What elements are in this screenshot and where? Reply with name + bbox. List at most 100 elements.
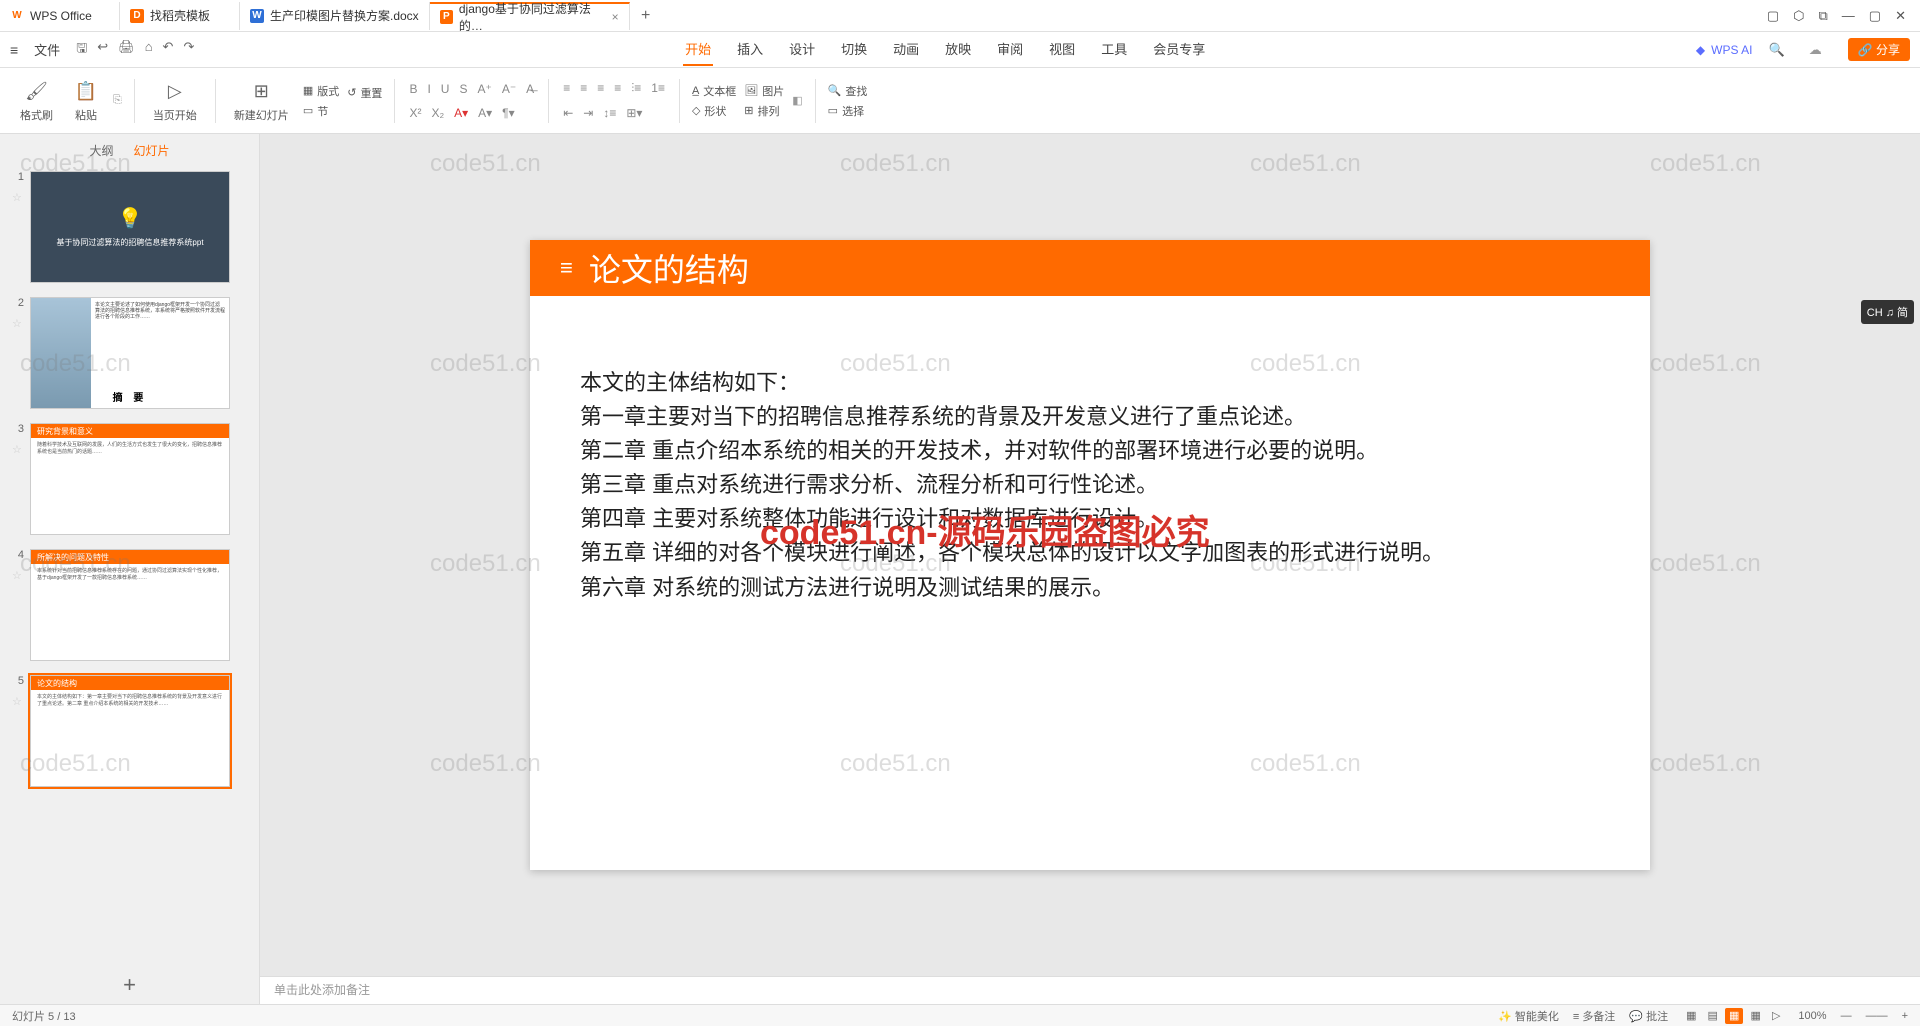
thumbnail-row[interactable]: 2 ☆ 本论文主要论述了如何使用django框架开发一个协同过滤算法的招聘信息推… bbox=[10, 297, 249, 409]
menu-icon[interactable]: ≡ bbox=[10, 42, 18, 58]
strike-button[interactable]: S bbox=[457, 80, 469, 98]
slide-thumbnail-3[interactable]: 研究背景和意义 随着科学技术及互联网的发展，人们的生活方式也发生了很大的变化，招… bbox=[30, 423, 230, 535]
zoom-out-button[interactable]: — bbox=[1841, 1010, 1852, 1022]
align-center-button[interactable]: ≡ bbox=[578, 79, 589, 98]
tab-tools[interactable]: 工具 bbox=[1099, 33, 1129, 66]
tab-view[interactable]: 视图 bbox=[1047, 33, 1077, 66]
star-icon[interactable]: ☆ bbox=[12, 191, 22, 204]
tab-template[interactable]: D找稻壳模板 bbox=[120, 2, 240, 30]
zoom-level[interactable]: 100% bbox=[1798, 1010, 1826, 1022]
add-tab-button[interactable]: + bbox=[630, 7, 662, 25]
close-button[interactable]: ✕ bbox=[1895, 8, 1906, 24]
sorter-view-button[interactable]: ▤ bbox=[1704, 1008, 1722, 1024]
font-inc-button[interactable]: A⁺ bbox=[475, 80, 493, 98]
tab-start[interactable]: 开始 bbox=[683, 33, 713, 66]
save-icon[interactable]: 🖫 bbox=[76, 39, 87, 61]
paste-button[interactable]: 📋粘贴 bbox=[67, 79, 105, 123]
find-button[interactable]: 🔍查找 bbox=[828, 83, 868, 99]
picture-button[interactable]: 🖼图片 bbox=[744, 83, 784, 99]
tab-wps-office[interactable]: WWPS Office bbox=[0, 2, 120, 30]
bullets-button[interactable]: ⫶≡ bbox=[629, 79, 643, 98]
win-btn[interactable]: ⬡ bbox=[1793, 8, 1804, 24]
comments-button[interactable]: 💬 批注 bbox=[1629, 1008, 1668, 1024]
align-left-button[interactable]: ≡ bbox=[561, 79, 572, 98]
shape-button[interactable]: ◇形状 bbox=[692, 103, 736, 119]
close-icon[interactable]: × bbox=[612, 10, 619, 24]
text-direction-button[interactable]: ⊞▾ bbox=[624, 104, 644, 122]
cloud-icon[interactable]: ☁ bbox=[1809, 42, 1822, 58]
wps-ai-button[interactable]: ◆WPS AI bbox=[1696, 43, 1753, 57]
slide-thumbnail-2[interactable]: 本论文主要论述了如何使用django框架开发一个协同过滤算法的招聘信息推荐系统，… bbox=[30, 297, 230, 409]
clipboard-icon[interactable]: ⎘ bbox=[113, 94, 122, 107]
superscript-button[interactable]: X² bbox=[407, 104, 423, 122]
arrange-button[interactable]: ⊞排列 bbox=[744, 103, 784, 119]
underline-button[interactable]: U bbox=[439, 80, 452, 98]
reset-button[interactable]: ↺重置 bbox=[347, 85, 382, 101]
tab-design[interactable]: 设计 bbox=[787, 33, 817, 66]
search-icon[interactable]: 🔍 bbox=[1769, 42, 1785, 58]
section-button[interactable]: ▭节 bbox=[303, 103, 339, 119]
maximize-button[interactable]: ▢ bbox=[1869, 8, 1881, 24]
star-icon[interactable]: ☆ bbox=[12, 695, 22, 708]
font-dec-button[interactable]: A⁻ bbox=[500, 80, 518, 98]
tab-docx[interactable]: W生产印模图片替换方案.docx bbox=[240, 2, 430, 30]
slide-thumbnail-4[interactable]: 所解决的问题及特性 本系统针对当前招聘信息推荐系统存在的问题，通过协同过滤算法实… bbox=[30, 549, 230, 661]
new-slide-button[interactable]: ⊞新建幻灯片 bbox=[228, 79, 295, 123]
subscript-button[interactable]: X₂ bbox=[429, 104, 446, 122]
tab-ppt-active[interactable]: Pdjango基于协同过滤算法的…× bbox=[430, 2, 630, 30]
star-icon[interactable]: ☆ bbox=[12, 443, 22, 456]
slides-tab[interactable]: 幻灯片 bbox=[134, 142, 170, 159]
home-icon[interactable]: ⌂ bbox=[145, 39, 153, 61]
canvas-wrap[interactable]: ≡ 论文的结构 本文的主体结构如下： 第一章主要对当下的招聘信息推荐系统的背景及… bbox=[260, 134, 1920, 976]
win-btn[interactable]: ⧉ bbox=[1819, 8, 1828, 24]
indent-dec-button[interactable]: ⇤ bbox=[561, 104, 575, 122]
zoom-slider[interactable]: —— bbox=[1866, 1010, 1888, 1022]
select-button[interactable]: ▭选择 bbox=[828, 103, 868, 119]
align-justify-button[interactable]: ≡ bbox=[612, 79, 623, 98]
undo-icon[interactable]: ↶ bbox=[163, 39, 174, 61]
tab-member[interactable]: 会员专享 bbox=[1151, 33, 1207, 66]
zoom-in-button[interactable]: + bbox=[1902, 1010, 1908, 1022]
win-btn[interactable]: ▢ bbox=[1767, 8, 1779, 24]
smart-beautify-button[interactable]: ✨ 智能美化 bbox=[1498, 1008, 1559, 1024]
slide-thumbnail-1[interactable]: 💡 基于协同过滤算法的招聘信息推荐系统ppt bbox=[30, 171, 230, 283]
current-slide[interactable]: ≡ 论文的结构 本文的主体结构如下： 第一章主要对当下的招聘信息推荐系统的背景及… bbox=[530, 240, 1650, 870]
italic-button[interactable]: I bbox=[425, 80, 432, 98]
slide-thumbnail-5-selected[interactable]: 论文的结构 本文的主体结构如下：第一章主要对当下的招聘信息推荐系统的背景及开发意… bbox=[30, 675, 230, 787]
notes-pane[interactable]: 单击此处添加备注 bbox=[260, 976, 1920, 1004]
thumbnail-row[interactable]: 3 ☆ 研究背景和意义 随着科学技术及互联网的发展，人们的生活方式也发生了很大的… bbox=[10, 423, 249, 535]
numbering-button[interactable]: 1≡ bbox=[649, 79, 667, 98]
align-right-button[interactable]: ≡ bbox=[595, 79, 606, 98]
minimize-button[interactable]: — bbox=[1842, 8, 1855, 24]
slide-body[interactable]: 本文的主体结构如下： 第一章主要对当下的招聘信息推荐系统的背景及开发意义进行了重… bbox=[530, 296, 1650, 605]
reading-view-button[interactable]: ▦ bbox=[1725, 1008, 1743, 1024]
thumbnail-row[interactable]: 5 ☆ 论文的结构 本文的主体结构如下：第一章主要对当下的招聘信息推荐系统的背景… bbox=[10, 675, 249, 787]
slideshow-button[interactable]: ▷ bbox=[1768, 1008, 1784, 1024]
outline-tab[interactable]: 大纲 bbox=[89, 142, 113, 159]
redo-icon[interactable]: ↷ bbox=[183, 39, 194, 61]
star-icon[interactable]: ☆ bbox=[12, 317, 22, 330]
star-icon[interactable]: ☆ bbox=[12, 569, 22, 582]
clear-format-button[interactable]: A̶ bbox=[524, 80, 536, 98]
line-spacing-button[interactable]: ↕≡ bbox=[601, 104, 618, 122]
multi-notes-button[interactable]: ≡ 多备注 bbox=[1573, 1008, 1615, 1024]
add-slide-button[interactable]: + bbox=[0, 966, 259, 1004]
file-menu[interactable]: 文件 bbox=[34, 40, 60, 59]
indent-inc-button[interactable]: ⇥ bbox=[581, 104, 595, 122]
thumbnail-row[interactable]: 1 ☆ 💡 基于协同过滤算法的招聘信息推荐系统ppt bbox=[10, 171, 249, 283]
export-icon[interactable]: ↩ bbox=[97, 39, 108, 61]
textbox-button[interactable]: A̲文本框 bbox=[692, 83, 736, 99]
font-color-button[interactable]: A▾ bbox=[452, 104, 470, 122]
thumbnail-list[interactable]: 1 ☆ 💡 基于协同过滤算法的招聘信息推荐系统ppt 2 ☆ 本论文主要论述了如… bbox=[0, 167, 259, 966]
format-button[interactable]: ¶▾ bbox=[500, 104, 516, 122]
style-icon[interactable]: ◧ bbox=[792, 94, 802, 107]
notes-view-button[interactable]: ▦ bbox=[1746, 1008, 1764, 1024]
tab-transition[interactable]: 切换 bbox=[839, 33, 869, 66]
tab-slideshow[interactable]: 放映 bbox=[943, 33, 973, 66]
thumbnail-row[interactable]: 4 ☆ 所解决的问题及特性 本系统针对当前招聘信息推荐系统存在的问题，通过协同过… bbox=[10, 549, 249, 661]
tab-insert[interactable]: 插入 bbox=[735, 33, 765, 66]
slide-title[interactable]: 论文的结构 bbox=[589, 245, 749, 291]
bold-button[interactable]: B bbox=[407, 80, 419, 98]
tab-animation[interactable]: 动画 bbox=[891, 33, 921, 66]
format-painter-button[interactable]: 🖌格式刷 bbox=[14, 79, 59, 123]
